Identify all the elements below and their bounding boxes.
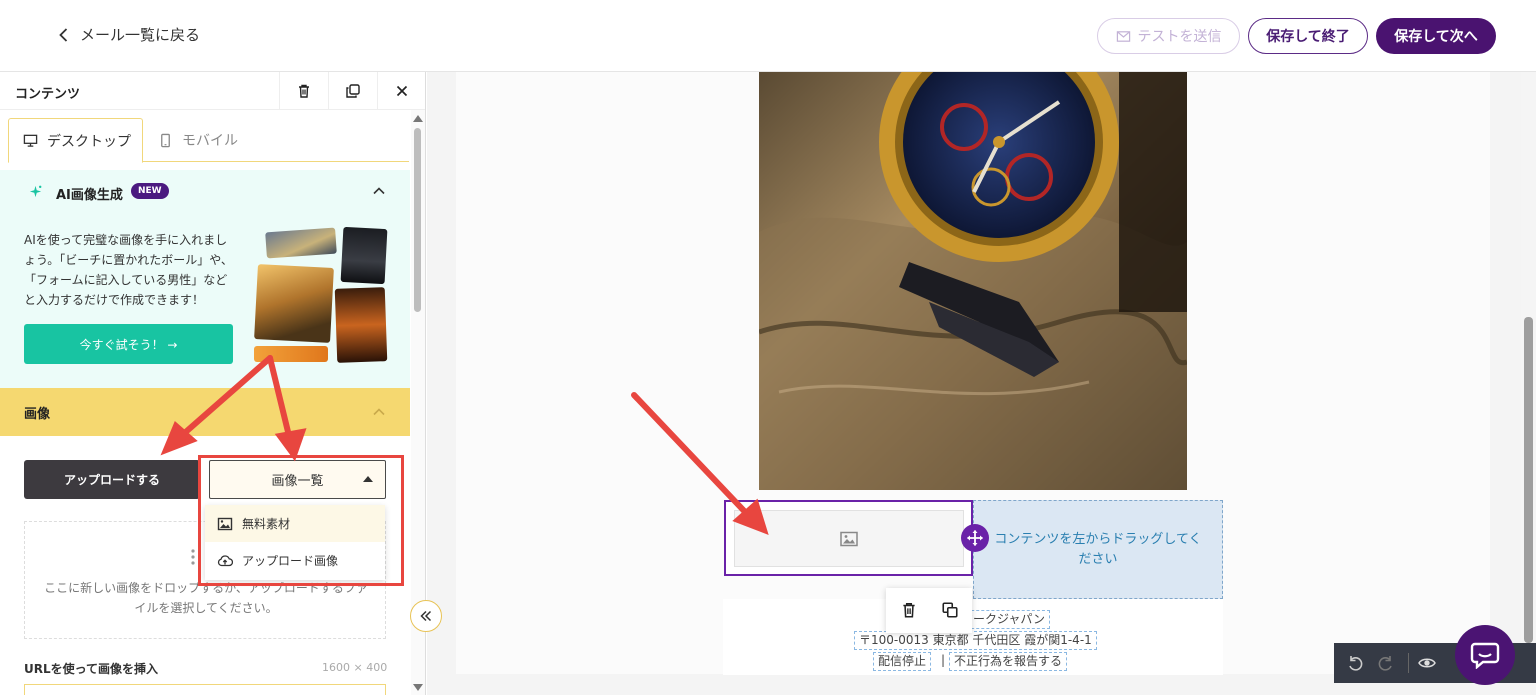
tab-desktop-label: デスクトップ (47, 133, 131, 150)
duplicate-button[interactable] (328, 72, 377, 110)
back-label: メール一覧に戻る (80, 26, 201, 44)
ai-sample-collage (254, 226, 388, 363)
new-badge: NEW (131, 183, 169, 199)
image-placeholder[interactable] (734, 510, 964, 567)
sample-image (334, 287, 388, 363)
selected-image-block[interactable] (724, 500, 973, 576)
footer-unsubscribe-link[interactable]: 配信停止 (873, 652, 932, 671)
mobile-icon (161, 133, 170, 147)
canvas-scrollbar[interactable] (1521, 72, 1536, 643)
panel-header: コンテンツ (0, 72, 425, 110)
footer-report-link[interactable]: 不正行為を報告する (949, 652, 1068, 671)
tab-mobile-label: モバイル (182, 133, 238, 149)
content-panel: コンテンツ デスクトップ モバイル AI画像生成 NEW AIを使って完璧な画像… (0, 72, 426, 695)
footer-separator: | (941, 653, 946, 667)
footer-address[interactable]: 〒100-0013 東京都 千代田区 霞が関1-4-1 (854, 631, 1097, 650)
delete-button[interactable] (279, 72, 328, 110)
copy-icon[interactable] (941, 601, 959, 619)
chevron-left-icon (59, 27, 68, 42)
watch-photo-graphic (759, 72, 1187, 490)
move-arrows-icon (967, 530, 983, 546)
redo-icon[interactable] (1377, 654, 1395, 672)
save-and-exit-button[interactable]: 保存して終了 (1248, 18, 1368, 54)
trash-icon[interactable] (900, 601, 918, 619)
undo-icon[interactable] (1346, 654, 1364, 672)
ai-image-generation-section: AI画像生成 NEW AIを使って完璧な画像を手に入れましょう。「ビーチに置かれ… (0, 170, 410, 388)
block-toolbar (886, 588, 972, 633)
chevron-up-icon (373, 408, 385, 416)
top-bar: メール一覧に戻る テストを送信 保存して終了 保存して次へ (0, 0, 1536, 72)
double-chevron-left-icon (420, 610, 432, 622)
canvas-scroll-thumb[interactable] (1524, 317, 1533, 643)
drag-dots-icon (191, 549, 195, 565)
sparkle-icon (29, 185, 42, 198)
sample-image (254, 264, 334, 343)
chevron-up-icon[interactable] (372, 184, 386, 198)
toolbar-divider (1408, 653, 1409, 673)
panel-title: コンテンツ (15, 87, 81, 102)
annotation-highlight-box (198, 455, 404, 586)
back-to-mail-list-link[interactable]: メール一覧に戻る (56, 24, 200, 45)
ai-section-title: AI画像生成 (56, 188, 123, 203)
url-insert-label: URLを使って画像を挿入 (24, 662, 159, 676)
device-tabs: デスクトップ モバイル (8, 118, 409, 163)
panel-scroll-thumb[interactable] (414, 128, 421, 312)
drop-target-area[interactable]: コンテンツを左からドラッグしてください (973, 500, 1223, 599)
recommended-size: 1600 × 400 (322, 661, 388, 674)
scroll-down-arrow[interactable] (413, 684, 423, 691)
sample-image (254, 346, 328, 362)
sample-image (265, 227, 337, 259)
image-icon (840, 531, 858, 546)
send-test-button[interactable]: テストを送信 (1097, 18, 1240, 54)
preview-eye-icon[interactable] (1418, 654, 1436, 672)
watch-photo[interactable] (759, 72, 1187, 490)
desktop-icon (23, 134, 38, 147)
collapse-panel-button[interactable] (410, 600, 442, 632)
image-section-title: 画像 (24, 407, 51, 422)
mail-icon (1116, 30, 1130, 42)
send-test-label: テストを送信 (1137, 29, 1222, 45)
try-ai-button[interactable]: 今すぐ試そう！ → (24, 324, 233, 364)
ai-description: AIを使って完璧な画像を手に入れましょう。「ビーチに置かれたボール」や、「フォー… (24, 233, 233, 307)
chat-bubble-icon (1470, 642, 1500, 669)
scroll-up-arrow[interactable] (413, 115, 423, 122)
image-url-input[interactable] (24, 684, 386, 695)
sample-image (340, 226, 388, 285)
try-ai-label: 今すぐ試そう！ → (79, 337, 178, 352)
tab-desktop[interactable]: デスクトップ (8, 118, 143, 163)
chat-support-button[interactable] (1455, 625, 1515, 685)
tab-mobile[interactable]: モバイル (158, 118, 238, 162)
trash-icon (299, 84, 309, 98)
close-panel-button[interactable] (377, 72, 425, 110)
move-handle[interactable] (961, 524, 989, 552)
close-icon (396, 85, 408, 97)
upload-button[interactable]: アップロードする (24, 460, 200, 499)
save-and-next-button[interactable]: 保存して次へ (1376, 18, 1496, 54)
copy-icon (346, 84, 360, 98)
image-section-header[interactable]: 画像 (0, 388, 410, 436)
